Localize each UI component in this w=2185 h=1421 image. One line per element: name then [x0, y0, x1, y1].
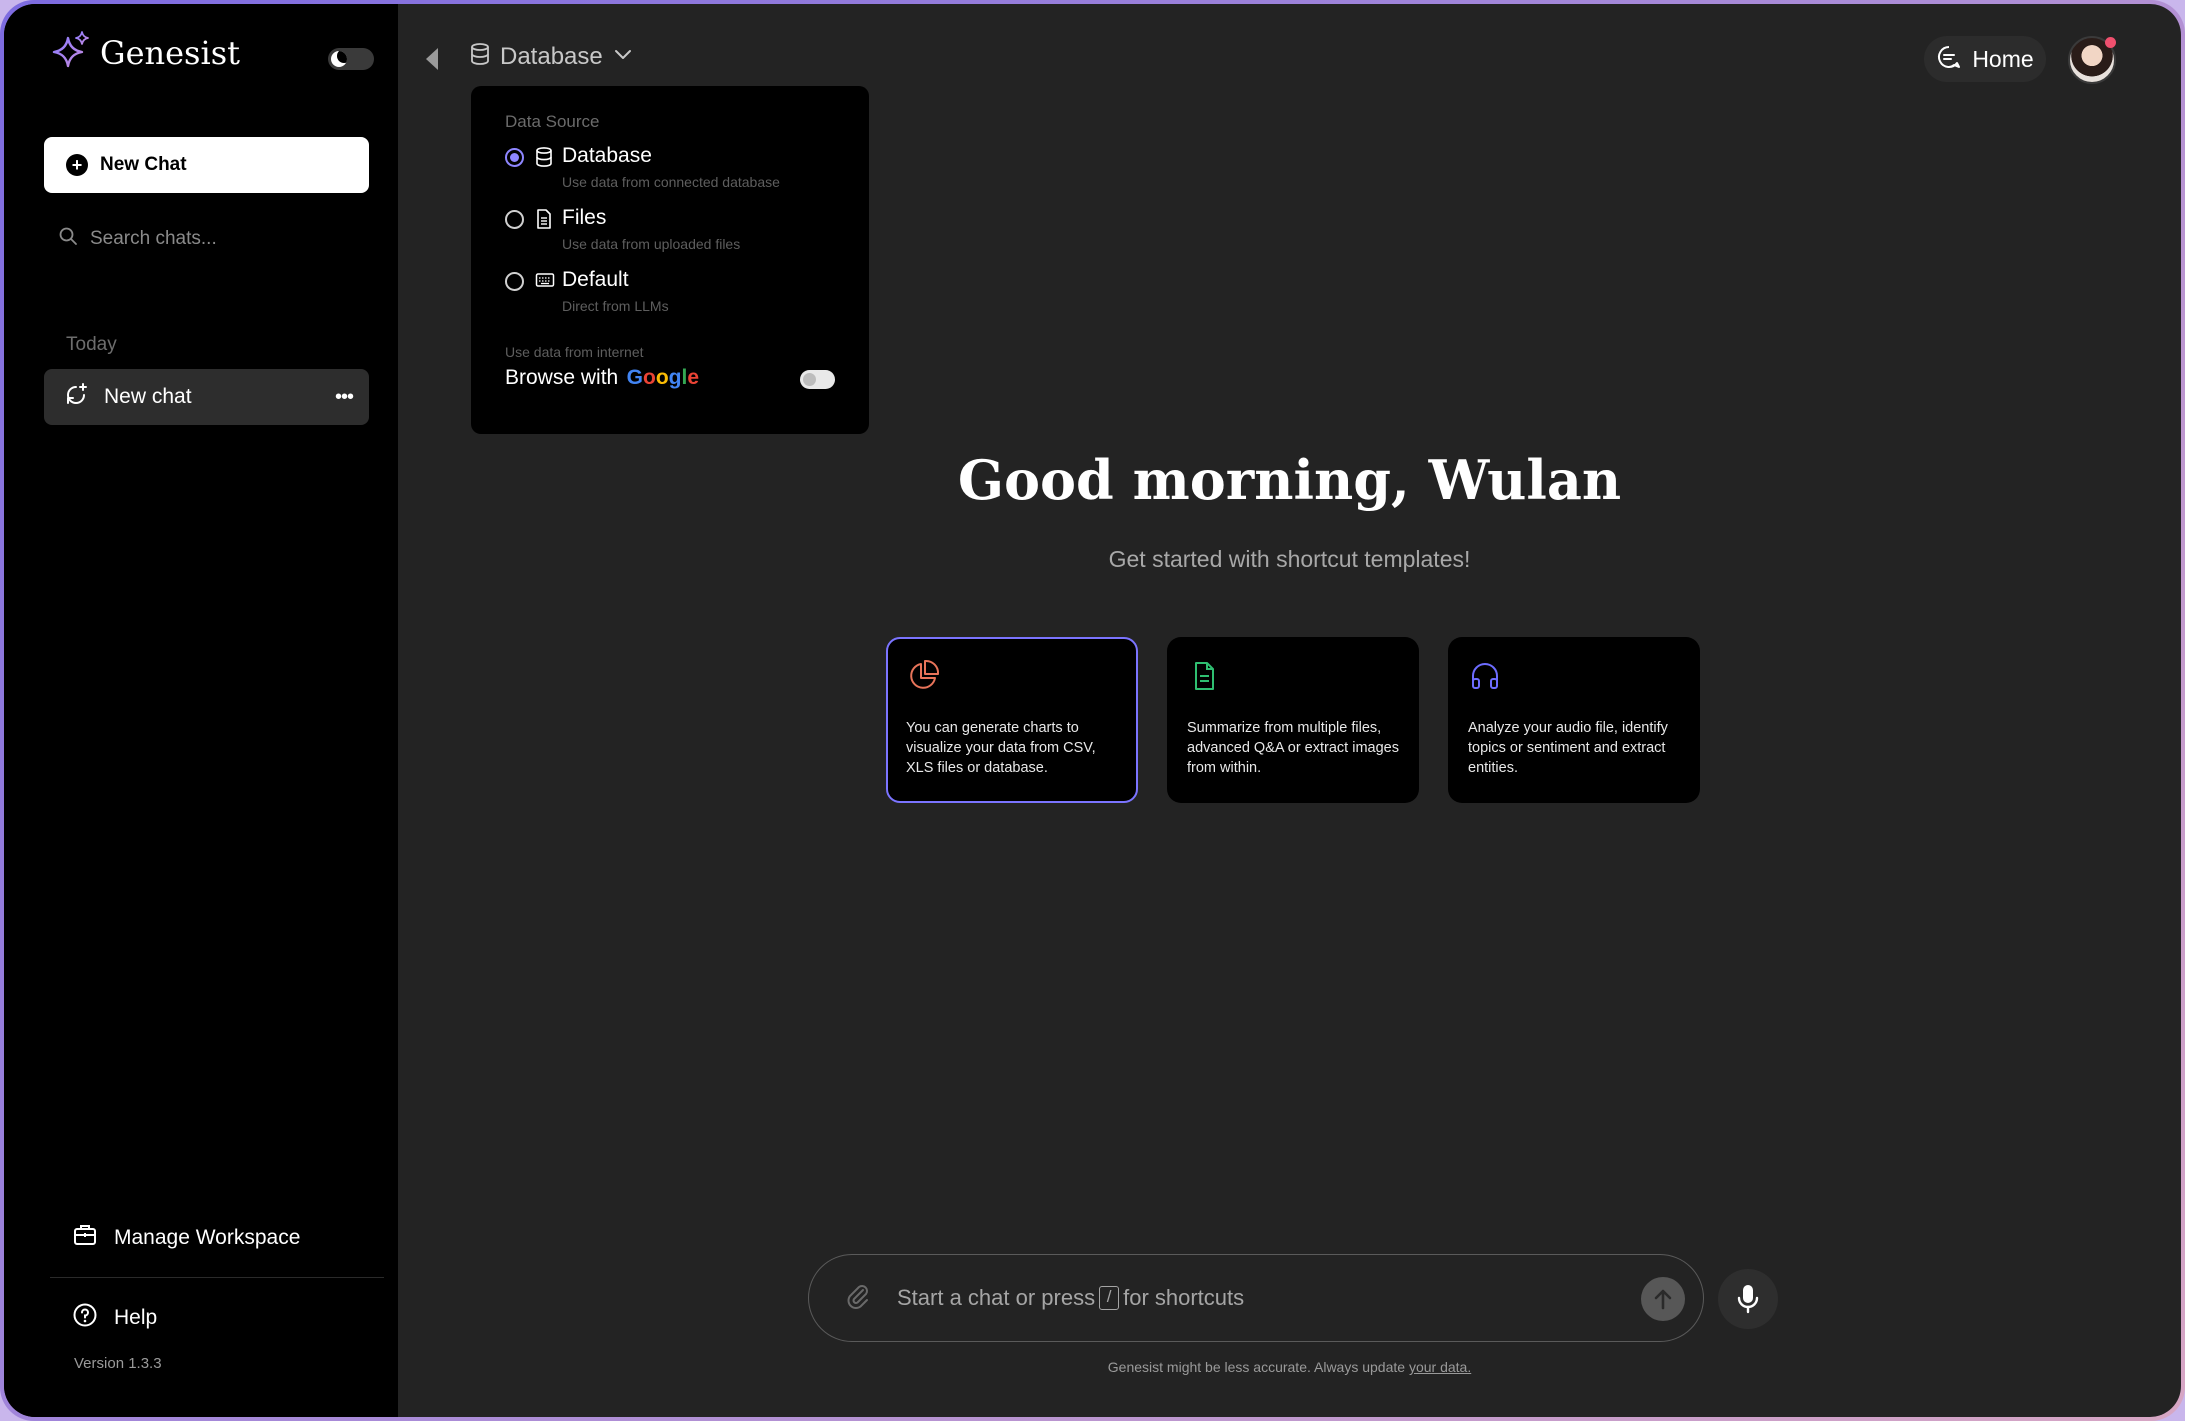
microphone-button[interactable]	[1718, 1269, 1778, 1329]
composer-placeholder[interactable]: Start a chat or press / for shortcuts	[897, 1285, 1244, 1311]
search-icon	[58, 226, 78, 251]
collapse-sidebar-button[interactable]	[424, 46, 440, 77]
window-frame: Genesist + New Chat Today New chat •••	[0, 0, 2185, 1421]
google-logo: Google	[626, 366, 700, 389]
option-database[interactable]: Database Use data from connected databas…	[505, 144, 835, 206]
greeting-subtitle: Get started with shortcut templates!	[1108, 546, 1471, 572]
home-label: Home	[1972, 45, 2034, 72]
template-card-text: Summarize from multiple files, advanced …	[1187, 720, 1399, 776]
template-card-text: Analyze your audio file, identify topics…	[1468, 720, 1668, 776]
template-card-summarize[interactable]: Summarize from multiple files, advanced …	[1167, 637, 1419, 803]
radio-button[interactable]	[505, 148, 524, 167]
browse-label: Browse with	[505, 366, 619, 389]
section-heading-today: Today	[66, 334, 117, 355]
moon-icon	[331, 51, 347, 67]
brand-name: Genesist	[100, 33, 240, 72]
option-label: Default	[562, 268, 629, 291]
help-label: Help	[114, 1305, 158, 1329]
greeting-heading: Good morning, Wulan	[957, 448, 1622, 512]
document-icon	[1187, 662, 1221, 697]
radio-button[interactable]	[505, 210, 524, 229]
sidebar: Genesist + New Chat Today New chat •••	[4, 4, 398, 1417]
notification-dot	[2105, 37, 2116, 48]
main-area: Database Home Data Source Database Use d…	[398, 4, 2181, 1417]
plus-icon: +	[66, 154, 88, 176]
sparkle-logo-icon	[50, 30, 92, 75]
data-source-dropdown: Data Source Database Use data from conne…	[471, 86, 869, 434]
browse-with-google-row: Browse with Google	[505, 366, 835, 396]
update-data-link[interactable]: your data.	[1409, 1359, 1471, 1375]
send-button[interactable]	[1641, 1277, 1685, 1321]
briefcase-icon	[72, 1222, 98, 1253]
brand: Genesist	[50, 30, 240, 75]
microphone-icon	[1737, 1285, 1759, 1314]
home-button[interactable]: Home	[1924, 36, 2046, 82]
app-window: Genesist + New Chat Today New chat •••	[4, 4, 2181, 1417]
new-chat-button[interactable]: + New Chat	[44, 137, 369, 193]
option-files[interactable]: Files Use data from uploaded files	[505, 206, 835, 268]
shortcut-key: /	[1099, 1286, 1120, 1310]
chat-bubble-icon	[1936, 44, 1962, 75]
paperclip-icon[interactable]	[843, 1281, 873, 1316]
triangle-left-icon	[426, 48, 438, 70]
dropdown-title: Data Source	[505, 112, 600, 131]
more-options-icon[interactable]: •••	[335, 386, 354, 409]
database-icon	[535, 146, 553, 173]
option-label: Files	[562, 206, 607, 229]
manage-workspace-button[interactable]: Manage Workspace	[72, 1222, 300, 1253]
database-icon	[470, 42, 490, 71]
option-default[interactable]: Default Direct from LLMs	[505, 268, 835, 330]
data-source-selector[interactable]: Database	[470, 42, 633, 71]
search-chats	[58, 226, 370, 251]
chat-item-label: New chat	[104, 385, 192, 408]
theme-toggle[interactable]	[328, 48, 374, 70]
toggle-knob	[803, 373, 816, 386]
file-icon	[535, 208, 553, 235]
disclaimer: Genesist might be less accurate. Always …	[398, 1359, 2181, 1375]
option-label: Database	[562, 144, 652, 167]
chat-composer[interactable]: Start a chat or press / for shortcuts	[808, 1254, 1704, 1342]
template-card-charts[interactable]: You can generate charts to visualize you…	[886, 637, 1138, 803]
divider	[50, 1277, 384, 1278]
option-description: Use data from connected database	[562, 174, 780, 190]
option-description: Use data from uploaded files	[562, 236, 741, 252]
chevron-down-icon	[613, 47, 633, 66]
chat-list-item[interactable]: New chat •••	[44, 369, 369, 425]
data-source-label: Database	[500, 42, 603, 70]
help-icon	[72, 1302, 98, 1333]
internet-caption: Use data from internet	[505, 344, 644, 360]
radio-button[interactable]	[505, 272, 524, 291]
chat-refresh-icon	[62, 381, 90, 414]
template-card-text: You can generate charts to visualize you…	[906, 720, 1096, 776]
disclaimer-text: Genesist might be less accurate. Always …	[1107, 1359, 1406, 1375]
pie-chart-icon	[906, 659, 940, 697]
template-cards: You can generate charts to visualize you…	[886, 637, 1700, 803]
option-description: Direct from LLMs	[562, 298, 669, 314]
headphones-icon	[1468, 663, 1502, 697]
arrow-up-icon	[1654, 1289, 1672, 1310]
placeholder-after: for shortcuts	[1123, 1285, 1245, 1310]
help-button[interactable]: Help	[72, 1302, 157, 1333]
browse-google-toggle[interactable]	[800, 370, 835, 389]
search-input[interactable]	[90, 227, 370, 250]
version-text: Version 1.3.3	[74, 1355, 162, 1372]
manage-workspace-label: Manage Workspace	[114, 1225, 301, 1249]
keyboard-icon	[535, 270, 555, 295]
new-chat-label: New Chat	[100, 154, 187, 175]
placeholder-before: Start a chat or press	[897, 1285, 1096, 1310]
template-card-audio[interactable]: Analyze your audio file, identify topics…	[1448, 637, 1700, 803]
